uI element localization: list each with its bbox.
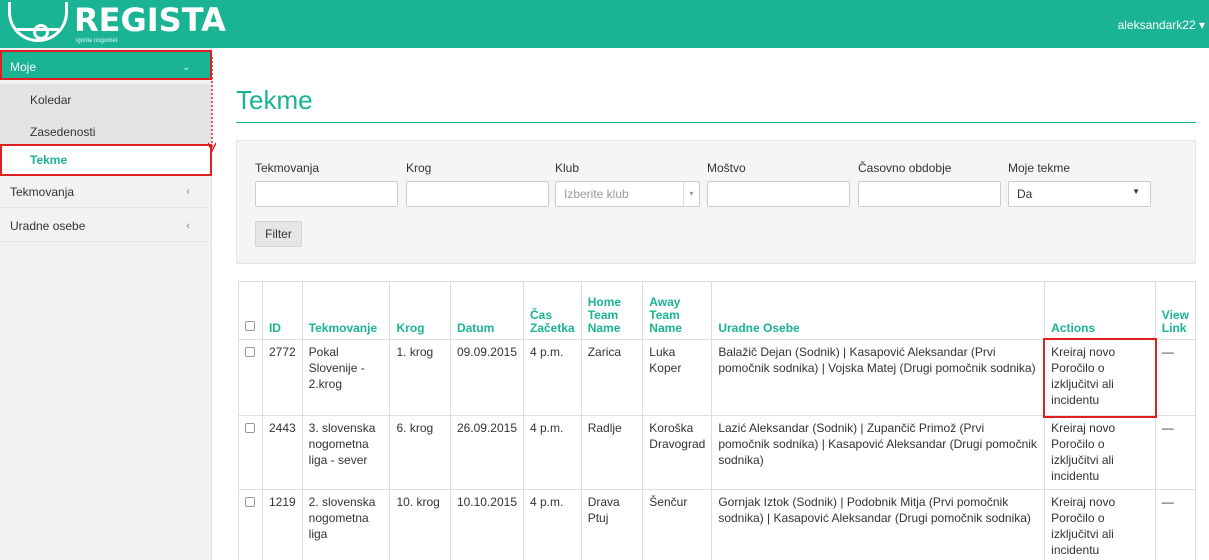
cell-krog: 1. krog (389, 339, 451, 416)
sidebar-item-moje[interactable]: Moje ⌄ (0, 50, 212, 80)
row-checkbox[interactable] (245, 423, 255, 433)
klub-select[interactable]: Izberite klub ▾ (555, 181, 700, 207)
filter-label-obdobje: Časovno obdobje (858, 161, 952, 175)
col-home-team[interactable]: Home Team Name (580, 281, 644, 340)
create-report-link[interactable]: Kreiraj novo Poročilo o izključitvi ali … (1044, 415, 1156, 490)
sidebar-item-label: Zasedenosti (30, 125, 96, 139)
logo[interactable]: REGISTA igorite nogomet (0, 0, 226, 48)
user-menu[interactable]: aleksandark22 ▾ (1118, 18, 1205, 32)
cell-away-team: Koroška Dravograd (642, 415, 713, 490)
select-all-cell (238, 281, 263, 340)
cell-tekmovanje: 3. slovenska nogometna liga - sever (301, 415, 391, 490)
filter-label-tekmovanja: Tekmovanja (255, 161, 320, 175)
create-report-link[interactable]: Kreiraj novo Poročilo o izključitvi ali … (1042, 337, 1158, 418)
chevron-left-icon: ‹ (186, 220, 190, 232)
cell-id: 1219 (261, 489, 303, 560)
page-title: Tekme (236, 85, 313, 115)
chevron-left-icon: ‹ (186, 186, 190, 198)
col-away-team[interactable]: Away Team Name (642, 281, 713, 340)
cell-tekmovanje: Pokal Slovenije - 2.krog (301, 339, 391, 416)
filter-label-krog: Krog (406, 161, 432, 175)
chevron-down-icon: ▾ (683, 182, 699, 206)
select-all-checkbox[interactable] (245, 321, 255, 331)
cell-away-team: Luka Koper (642, 339, 713, 416)
cell-uradne-osebe: Balažič Dejan (Sodnik) | Kasapović Aleks… (711, 339, 1046, 416)
sidebar: Moje ⌄ Koledar Zasedenosti Tekme Tekmova… (0, 48, 212, 560)
col-tekmovanje[interactable]: Tekmovanje (301, 281, 391, 340)
mostvo-input[interactable] (707, 181, 850, 207)
sidebar-item-uradne-osebe[interactable]: Uradne osebe ‹ (0, 210, 212, 242)
col-datum[interactable]: Datum (449, 281, 525, 340)
filter-button[interactable]: Filter (255, 221, 302, 247)
sidebar-item-tekmovanja[interactable]: Tekmovanja ‹ (0, 176, 212, 208)
col-uradne-osebe[interactable]: Uradne Osebe (711, 281, 1046, 340)
moje-tekme-select[interactable]: Da ▼ (1008, 181, 1151, 207)
logo-subtitle: igorite nogomet (76, 38, 118, 44)
table-row: 2443 3. slovenska nogometna liga - sever… (238, 415, 1197, 490)
klub-placeholder: Izberite klub (564, 187, 629, 201)
sidebar-item-tekme[interactable]: Tekme (0, 144, 212, 176)
cell-datum: 10.10.2015 (449, 489, 525, 560)
cell-tekmovanje: 2. slovenska nogometna liga (301, 489, 391, 560)
col-cas-zacetka[interactable]: Čas Začetka (523, 281, 582, 340)
create-report-link[interactable]: Kreiraj novo Poročilo o izključitvi ali … (1044, 489, 1156, 560)
title-divider (236, 122, 1196, 123)
table-header-row: ID Tekmovanje Krog Datum Čas Začetka Home… (238, 281, 1197, 340)
sidebar-item-label: Tekme (30, 153, 68, 167)
row-checkbox[interactable] (245, 347, 255, 357)
filter-label-moje-tekme: Moje tekme (1008, 161, 1071, 175)
user-name: aleksandark22 (1117, 18, 1196, 32)
logo-icon (8, 2, 68, 42)
cell-id: 2772 (261, 339, 303, 416)
cell-view-link: — (1154, 415, 1197, 490)
cell-home-team: Drava Ptuj (580, 489, 644, 560)
filter-label-klub: Klub (555, 161, 580, 175)
cell-cas: 4 p.m. (523, 415, 582, 490)
sidebar-item-label: Moje (10, 60, 37, 74)
cell-view-link: — (1154, 489, 1197, 560)
cell-datum: 09.09.2015 (449, 339, 525, 416)
col-krog[interactable]: Krog (389, 281, 451, 340)
cell-home-team: Radlje (580, 415, 644, 490)
cell-krog: 6. krog (389, 415, 451, 490)
matches-table: ID Tekmovanje Krog Datum Čas Začetka Home… (238, 281, 1197, 560)
top-navbar: REGISTA igorite nogomet aleksandark22 ▾ (0, 0, 1209, 48)
cell-krog: 10. krog (389, 489, 451, 560)
cell-datum: 26.09.2015 (449, 415, 525, 490)
cell-cas: 4 p.m. (523, 489, 582, 560)
filter-label-mostvo: Moštvo (707, 161, 746, 175)
krog-input[interactable] (406, 181, 549, 207)
sidebar-item-label: Tekmovanja (10, 185, 75, 199)
col-actions: Actions (1044, 281, 1156, 340)
row-checkbox[interactable] (245, 497, 255, 507)
chevron-down-icon: ⌄ (182, 62, 190, 72)
tekmovanja-input[interactable] (255, 181, 398, 207)
table-row: 1219 2. slovenska nogometna liga 10. kro… (238, 489, 1197, 560)
cell-uradne-osebe: Lazić Aleksandar (Sodnik) | Zupančič Pri… (711, 415, 1046, 490)
cell-away-team: Šenčur (642, 489, 713, 560)
col-view-link: View Link (1154, 281, 1197, 340)
cell-view-link: — (1154, 339, 1197, 416)
filter-panel: Tekmovanja Krog Klub Izberite klub ▾ Moš… (236, 140, 1196, 264)
moje-tekme-value: Da (1017, 187, 1033, 201)
sidebar-item-label: Koledar (30, 93, 72, 107)
cell-cas: 4 p.m. (523, 339, 582, 416)
cell-home-team: Zarica (580, 339, 644, 416)
sidebar-item-label: Uradne osebe (10, 219, 86, 233)
sidebar-item-koledar[interactable]: Koledar (0, 84, 212, 116)
caret-down-icon: ▾ (1198, 18, 1205, 32)
obdobje-input[interactable] (858, 181, 1001, 207)
annotation-arrow-icon (208, 57, 216, 153)
caret-down-icon: ▼ (1132, 187, 1140, 196)
col-id[interactable]: ID (261, 281, 303, 340)
table-row: 2772 Pokal Slovenije - 2.krog 1. krog 09… (238, 337, 1197, 418)
cell-id: 2443 (261, 415, 303, 490)
logo-text: REGISTA (74, 1, 226, 39)
cell-uradne-osebe: Gornjak Iztok (Sodnik) | Podobnik Mitja … (711, 489, 1046, 560)
